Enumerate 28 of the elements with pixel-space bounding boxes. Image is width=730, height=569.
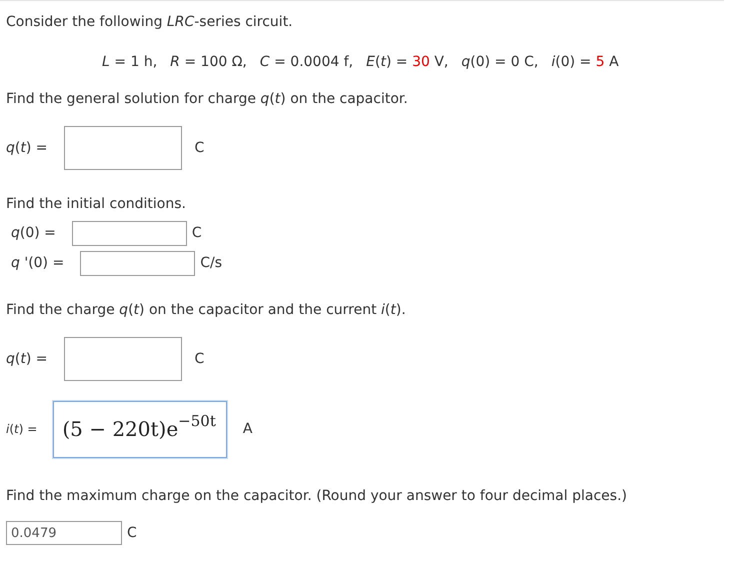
field-label: q(t) = [6,350,48,368]
field-label: q(0) = [10,225,56,242]
parameter-text: q(0) = 0 C, [461,54,538,71]
unit-label: C [192,225,202,242]
question-text: Find the initial conditions. [6,196,186,213]
question-text: Find the general solution for charge q(t) on the capacitor. [6,91,408,108]
intro-text: Consider the following LRC-series circuit. [6,14,293,31]
parameter-text: i(0) = 5 A [551,54,619,71]
question-text: Find the charge q(t) on the capacitor and the current i(t). [6,302,406,319]
parameter-text: L = 1 h, [102,54,158,71]
field-label: q(t) = [6,140,48,156]
parameter-text: R = 100 Ω, [170,54,247,71]
math-answer-field[interactable]: (5 − 220t)e$^{−50t}$ [53,401,227,458]
question-text: Find the maximum charge on the capacitor. (Round your answer to four decimal places.) [6,488,627,505]
answer-field[interactable] [72,221,187,246]
answer-field[interactable] [64,126,182,170]
unit-label: C [194,350,204,368]
parameter-text: C = 0.0004 f, [260,54,354,71]
field-label: i(t) = [6,421,38,438]
field-label: q '(0) = [10,255,64,272]
answer-field[interactable]: 0.0479 [6,521,122,545]
parameter-text: E(t) = 30 V, [366,54,448,71]
unit-label: A [242,421,252,438]
unit-label: C [194,140,204,156]
unit-label: C [127,524,137,542]
answer-field[interactable] [80,251,196,276]
answer-field[interactable] [64,337,182,381]
unit-label: C/s [200,255,222,272]
